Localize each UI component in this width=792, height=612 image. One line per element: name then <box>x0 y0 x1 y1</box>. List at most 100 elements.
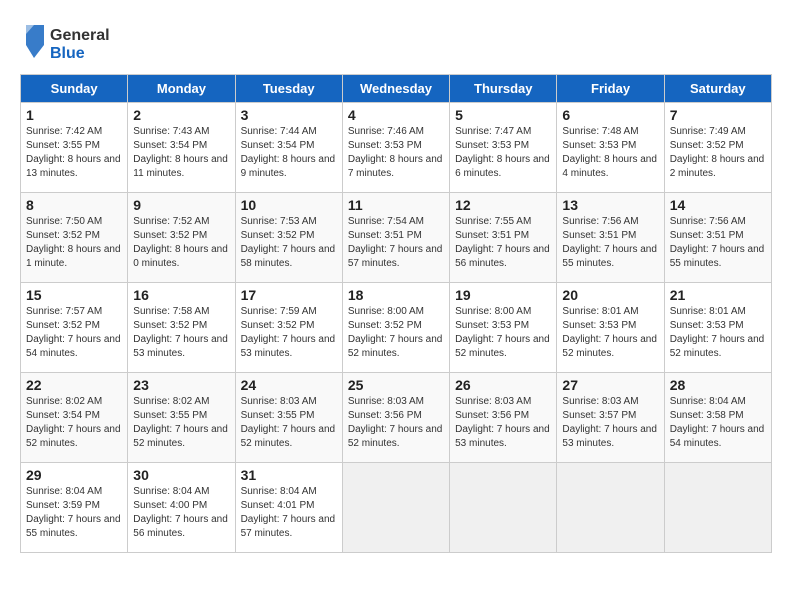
calendar-cell: 23 Sunrise: 8:02 AMSunset: 3:55 PMDayligh… <box>128 373 235 463</box>
day-info: Sunrise: 8:04 AMSunset: 3:59 PMDaylight:… <box>26 485 122 541</box>
day-info: Sunrise: 8:02 AMSunset: 3:54 PMDaylight:… <box>26 395 122 451</box>
day-number: 18 <box>348 287 444 303</box>
calendar-cell: 25 Sunrise: 8:03 AMSunset: 3:56 PMDayligh… <box>342 373 449 463</box>
day-number: 28 <box>670 377 766 393</box>
day-number: 27 <box>562 377 658 393</box>
day-number: 16 <box>133 287 229 303</box>
day-info: Sunrise: 8:03 AMSunset: 3:57 PMDaylight:… <box>562 395 658 451</box>
calendar-cell: 3Sunrise: 7:44 AMSunset: 3:54 PMDaylight… <box>235 103 342 193</box>
day-info: Sunrise: 8:02 AMSunset: 3:55 PMDaylight:… <box>133 395 229 451</box>
day-info: Sunrise: 8:03 AMSunset: 3:56 PMDaylight:… <box>348 395 444 451</box>
day-number: 29 <box>26 467 122 483</box>
calendar-cell: 21Sunrise: 8:01 AMSunset: 3:53 PMDayligh… <box>664 283 771 373</box>
calendar-cell: 5 Sunrise: 7:47 AMSunset: 3:53 PMDaylight… <box>450 103 557 193</box>
calendar-cell: 6 Sunrise: 7:48 AMSunset: 3:53 PMDaylight… <box>557 103 664 193</box>
day-number: 30 <box>133 467 229 483</box>
calendar-cell: 10Sunrise: 7:53 AMSunset: 3:52 PMDayligh… <box>235 193 342 283</box>
day-info: Sunrise: 7:56 AMSunset: 3:51 PMDaylight:… <box>562 215 658 271</box>
day-info: Sunrise: 7:50 AMSunset: 3:52 PMDaylight:… <box>26 215 122 271</box>
day-info: Sunrise: 7:46 AMSunset: 3:53 PMDaylight:… <box>348 125 444 181</box>
day-info: Sunrise: 8:04 AMSunset: 4:00 PMDaylight:… <box>133 485 229 541</box>
weekday-header-wednesday: Wednesday <box>342 75 449 103</box>
calendar-cell: 30 Sunrise: 8:04 AMSunset: 4:00 PMDayligh… <box>128 463 235 553</box>
calendar-table: SundayMondayTuesdayWednesdayThursdayFrid… <box>20 74 772 553</box>
calendar-cell: 17Sunrise: 7:59 AMSunset: 3:52 PMDayligh… <box>235 283 342 373</box>
day-number: 22 <box>26 377 122 393</box>
day-number: 13 <box>562 197 658 213</box>
calendar-cell: 7 Sunrise: 7:49 AMSunset: 3:52 PMDaylight… <box>664 103 771 193</box>
calendar-cell <box>664 463 771 553</box>
day-info: Sunrise: 7:48 AMSunset: 3:53 PMDaylight:… <box>562 125 658 181</box>
day-number: 15 <box>26 287 122 303</box>
calendar-week-1: 1 Sunrise: 7:42 AMSunset: 3:55 PMDaylight… <box>21 103 772 193</box>
logo-svg: GeneralBlue <box>20 20 110 64</box>
day-number: 1 <box>26 107 122 123</box>
day-number: 6 <box>562 107 658 123</box>
calendar-cell: 4 Sunrise: 7:46 AMSunset: 3:53 PMDaylight… <box>342 103 449 193</box>
day-number: 20 <box>562 287 658 303</box>
day-number: 7 <box>670 107 766 123</box>
calendar-cell <box>342 463 449 553</box>
calendar-cell: 24 Sunrise: 8:03 AMSunset: 3:55 PMDayligh… <box>235 373 342 463</box>
day-number: 11 <box>348 197 444 213</box>
calendar-cell: 9Sunrise: 7:52 AMSunset: 3:52 PMDaylight… <box>128 193 235 283</box>
calendar-cell: 20 Sunrise: 8:01 AMSunset: 3:53 PMDayligh… <box>557 283 664 373</box>
day-number: 17 <box>241 287 337 303</box>
svg-text:General: General <box>50 27 110 44</box>
calendar-week-5: 29 Sunrise: 8:04 AMSunset: 3:59 PMDayligh… <box>21 463 772 553</box>
day-info: Sunrise: 8:00 AMSunset: 3:52 PMDaylight:… <box>348 305 444 361</box>
calendar-cell: 1 Sunrise: 7:42 AMSunset: 3:55 PMDaylight… <box>21 103 128 193</box>
day-info: Sunrise: 8:04 AMSunset: 3:58 PMDaylight:… <box>670 395 766 451</box>
calendar-cell <box>557 463 664 553</box>
day-info: Sunrise: 7:42 AMSunset: 3:55 PMDaylight:… <box>26 125 122 181</box>
day-number: 9 <box>133 197 229 213</box>
calendar-cell: 15 Sunrise: 7:57 AMSunset: 3:52 PMDayligh… <box>21 283 128 373</box>
calendar-cell: 13 Sunrise: 7:56 AMSunset: 3:51 PMDayligh… <box>557 193 664 283</box>
page-header: GeneralBlue <box>20 20 772 64</box>
calendar-cell: 8Sunrise: 7:50 AMSunset: 3:52 PMDaylight… <box>21 193 128 283</box>
day-info: Sunrise: 7:49 AMSunset: 3:52 PMDaylight:… <box>670 125 766 181</box>
weekday-header-sunday: Sunday <box>21 75 128 103</box>
day-info: Sunrise: 8:01 AMSunset: 3:53 PMDaylight:… <box>670 305 766 361</box>
day-info: Sunrise: 7:55 AMSunset: 3:51 PMDaylight:… <box>455 215 551 271</box>
day-info: Sunrise: 7:53 AMSunset: 3:52 PMDaylight:… <box>241 215 337 271</box>
weekday-header-tuesday: Tuesday <box>235 75 342 103</box>
day-number: 25 <box>348 377 444 393</box>
day-info: Sunrise: 8:00 AMSunset: 3:53 PMDaylight:… <box>455 305 551 361</box>
calendar-cell: 29 Sunrise: 8:04 AMSunset: 3:59 PMDayligh… <box>21 463 128 553</box>
calendar-cell: 26Sunrise: 8:03 AMSunset: 3:56 PMDayligh… <box>450 373 557 463</box>
calendar-cell: 14Sunrise: 7:56 AMSunset: 3:51 PMDayligh… <box>664 193 771 283</box>
day-info: Sunrise: 7:56 AMSunset: 3:51 PMDaylight:… <box>670 215 766 271</box>
day-info: Sunrise: 7:58 AMSunset: 3:52 PMDaylight:… <box>133 305 229 361</box>
calendar-cell: 31Sunrise: 8:04 AMSunset: 4:01 PMDayligh… <box>235 463 342 553</box>
day-number: 26 <box>455 377 551 393</box>
day-info: Sunrise: 8:03 AMSunset: 3:55 PMDaylight:… <box>241 395 337 451</box>
weekday-header-row: SundayMondayTuesdayWednesdayThursdayFrid… <box>21 75 772 103</box>
day-number: 3 <box>241 107 337 123</box>
weekday-header-friday: Friday <box>557 75 664 103</box>
svg-text:Blue: Blue <box>50 45 85 62</box>
day-info: Sunrise: 7:47 AMSunset: 3:53 PMDaylight:… <box>455 125 551 181</box>
calendar-cell: 11Sunrise: 7:54 AMSunset: 3:51 PMDayligh… <box>342 193 449 283</box>
day-info: Sunrise: 8:04 AMSunset: 4:01 PMDaylight:… <box>241 485 337 541</box>
day-number: 23 <box>133 377 229 393</box>
calendar-week-3: 15 Sunrise: 7:57 AMSunset: 3:52 PMDayligh… <box>21 283 772 373</box>
logo: GeneralBlue <box>20 20 110 64</box>
day-info: Sunrise: 8:01 AMSunset: 3:53 PMDaylight:… <box>562 305 658 361</box>
day-number: 2 <box>133 107 229 123</box>
day-info: Sunrise: 7:57 AMSunset: 3:52 PMDaylight:… <box>26 305 122 361</box>
calendar-cell: 18 Sunrise: 8:00 AMSunset: 3:52 PMDayligh… <box>342 283 449 373</box>
day-number: 5 <box>455 107 551 123</box>
calendar-week-4: 22 Sunrise: 8:02 AMSunset: 3:54 PMDayligh… <box>21 373 772 463</box>
weekday-header-monday: Monday <box>128 75 235 103</box>
day-info: Sunrise: 7:43 AMSunset: 3:54 PMDaylight:… <box>133 125 229 181</box>
calendar-cell: 2 Sunrise: 7:43 AMSunset: 3:54 PMDaylight… <box>128 103 235 193</box>
calendar-cell: 16 Sunrise: 7:58 AMSunset: 3:52 PMDayligh… <box>128 283 235 373</box>
calendar-cell: 28 Sunrise: 8:04 AMSunset: 3:58 PMDayligh… <box>664 373 771 463</box>
day-number: 19 <box>455 287 551 303</box>
day-number: 4 <box>348 107 444 123</box>
calendar-week-2: 8Sunrise: 7:50 AMSunset: 3:52 PMDaylight… <box>21 193 772 283</box>
calendar-cell: 19 Sunrise: 8:00 AMSunset: 3:53 PMDayligh… <box>450 283 557 373</box>
calendar-cell: 12Sunrise: 7:55 AMSunset: 3:51 PMDayligh… <box>450 193 557 283</box>
day-number: 24 <box>241 377 337 393</box>
